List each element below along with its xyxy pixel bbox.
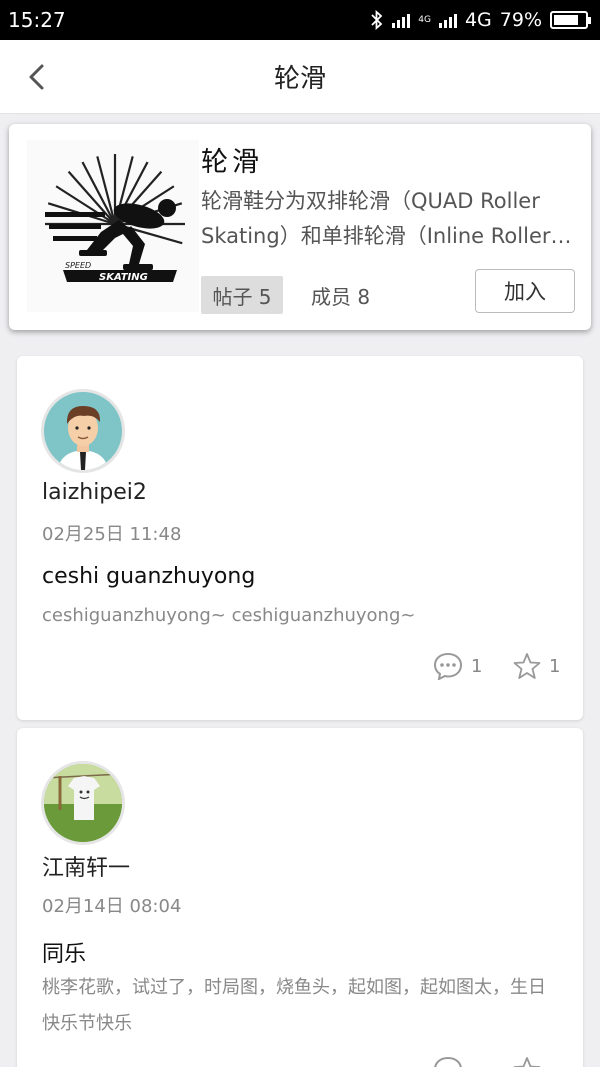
join-button[interactable]: 加入	[475, 269, 575, 313]
signal-icon	[392, 12, 411, 28]
back-arrow-icon[interactable]	[22, 62, 52, 92]
status-time: 15:27	[8, 8, 66, 32]
avatar[interactable]	[41, 761, 125, 845]
nav-bar: 轮滑	[0, 40, 600, 114]
group-description: 轮滑鞋分为双排轮滑（QUAD Roller Skating）和单排轮滑（Inli…	[201, 189, 551, 248]
posts-count-badge[interactable]: 帖子 5	[201, 276, 283, 314]
post-card[interactable]: laizhipei2 02月25日 11:48 ceshi guanzhuyon…	[17, 356, 583, 720]
logo-text-bottom: SKATING	[99, 272, 148, 283]
post-title: 同乐	[42, 942, 87, 967]
post-title: ceshi guanzhuyong	[42, 564, 256, 589]
star-button[interactable]	[513, 1056, 541, 1067]
signal-icon-2	[438, 12, 457, 28]
star-icon	[513, 1057, 541, 1067]
post-time: 02月14日 08:04	[42, 896, 182, 917]
man-avatar-icon	[58, 406, 108, 470]
network-small-label: 4G	[418, 14, 431, 25]
status-icons: 4G 4G 79%	[370, 9, 591, 31]
battery-icon	[550, 11, 591, 29]
post-body: ceshiguanzhuyong~ ceshiguanzhuyong~	[42, 605, 416, 626]
star-icon	[513, 653, 541, 679]
comment-button[interactable]	[433, 1056, 463, 1067]
comment-bubble-icon	[433, 652, 463, 680]
post-card[interactable]: 江南轩一 02月14日 08:04 同乐 桃李花歌，试过了，时局图，烧鱼头，起如…	[17, 728, 583, 1067]
post-time: 02月25日 11:48	[42, 524, 182, 545]
bluetooth-icon	[371, 10, 383, 30]
post-username[interactable]: 江南轩一	[42, 850, 130, 882]
tshirt-photo-avatar-icon	[44, 764, 122, 842]
speed-skating-logo: SPEED SKATING	[27, 140, 199, 312]
post-username[interactable]: laizhipei2	[42, 480, 147, 505]
comment-bubble-icon	[434, 1056, 462, 1067]
comment-count: 1	[471, 655, 483, 677]
battery-label: 79%	[499, 9, 542, 31]
post-body: 桃李花歌，试过了，时局图，烧鱼头，起如图，起如图太，生日快乐节快乐	[42, 977, 546, 1034]
members-count-badge[interactable]: 成员 8	[311, 276, 370, 314]
star-button[interactable]: 1	[513, 652, 560, 680]
group-name: 轮滑	[201, 147, 263, 178]
status-bar: 15:27 4G 4G 79%	[0, 0, 600, 40]
group-card: SPEED SKATING 轮滑 轮滑鞋分为双排轮滑（QUAD Roller S…	[9, 124, 591, 330]
star-count: 1	[549, 655, 561, 677]
network-label: 4G	[464, 9, 492, 31]
comment-button[interactable]: 1	[433, 652, 482, 680]
page-title: 轮滑	[273, 64, 326, 94]
avatar[interactable]	[41, 389, 125, 473]
logo-text-top: SPEED	[65, 261, 91, 270]
